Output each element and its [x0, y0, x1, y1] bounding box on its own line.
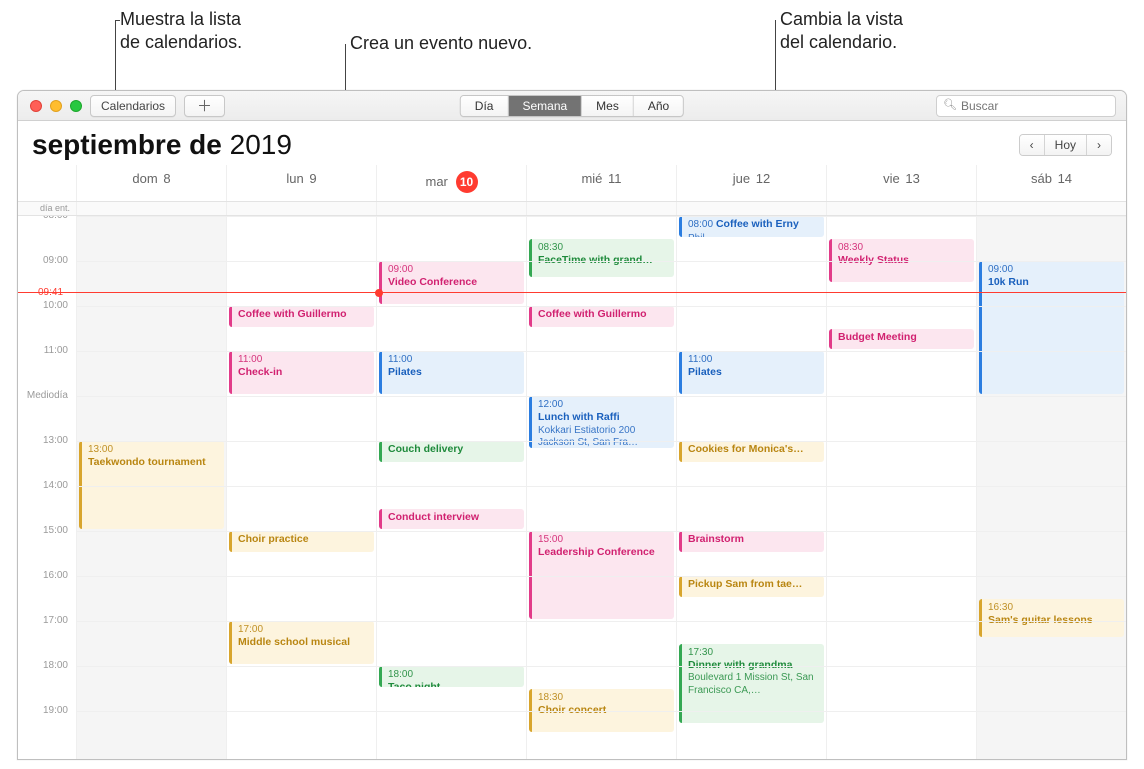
dow: mar: [425, 174, 447, 189]
hour-label: 18:00: [18, 660, 76, 705]
view-week[interactable]: Semana: [508, 96, 582, 116]
day-number: 9: [309, 171, 316, 186]
search-input[interactable]: [936, 95, 1116, 117]
day-number: 8: [163, 171, 170, 186]
day-number: 12: [756, 171, 770, 186]
hour-label: 11:00: [18, 345, 76, 390]
day-header-2[interactable]: mar 10: [376, 165, 526, 201]
allday-row: día ent.: [18, 202, 1126, 216]
calendar-header: septiembre de 2019 ‹ Hoy ›: [18, 121, 1126, 165]
event[interactable]: 11:00Check-in: [229, 351, 374, 394]
day-number: 13: [905, 171, 919, 186]
day-col-5[interactable]: 08:30Weekly Status Budget Meeting: [826, 216, 976, 760]
search-field[interactable]: [936, 95, 1116, 117]
current-time-indicator: 09:41: [18, 292, 1126, 293]
day-col-3[interactable]: 08:30FaceTime with grand… Coffee with Gui…: [526, 216, 676, 760]
event[interactable]: Cookies for Monica's…: [679, 441, 824, 462]
view-month[interactable]: Mes: [582, 96, 634, 116]
event[interactable]: 11:00Pilates: [679, 351, 824, 394]
hour-label: 10:00: [18, 300, 76, 345]
event[interactable]: 08:30FaceTime with grand…: [529, 239, 674, 278]
view-segmented: Día Semana Mes Año: [460, 95, 684, 117]
view-year[interactable]: Año: [634, 96, 683, 116]
event[interactable]: 09:0010k Run: [979, 261, 1124, 394]
event[interactable]: Coffee with Guillermo: [529, 306, 674, 327]
day-col-0[interactable]: 13:00Taekwondo tournament: [76, 216, 226, 760]
close-icon[interactable]: [30, 100, 42, 112]
hour-label: 08:00: [18, 216, 76, 255]
hour-label: 14:00: [18, 480, 76, 525]
event[interactable]: 18:00Taco night: [379, 666, 524, 687]
event[interactable]: 18:30Choir concert: [529, 689, 674, 732]
zoom-icon[interactable]: [70, 100, 82, 112]
event[interactable]: Budget Meeting: [829, 329, 974, 350]
event[interactable]: Brainstorm: [679, 531, 824, 552]
weekday-header: dom 8lun 9mar 10mié 11jue 12vie 13sáb 14: [18, 165, 1126, 202]
month-name: septiembre de: [32, 129, 222, 160]
today-button[interactable]: Hoy: [1045, 135, 1087, 155]
day-number: 10: [456, 171, 478, 193]
event[interactable]: 17:00Middle school musical: [229, 621, 374, 664]
hour-label: 19:00: [18, 705, 76, 750]
event[interactable]: Couch delivery: [379, 441, 524, 462]
day-col-2[interactable]: 09:00Video Conference 11:00Pilates Couch d…: [376, 216, 526, 760]
event[interactable]: 08:30Weekly Status: [829, 239, 974, 282]
minimize-icon[interactable]: [50, 100, 62, 112]
event[interactable]: Conduct interview: [379, 509, 524, 530]
dow: dom: [132, 171, 157, 186]
day-col-1[interactable]: Coffee with Guillermo 11:00Check-in Choir …: [226, 216, 376, 760]
hour-label: 15:00: [18, 525, 76, 570]
callout-line: [115, 20, 120, 21]
day-col-4[interactable]: 08:00 Coffee with Erny Phil… 11:00Pilates…: [676, 216, 826, 760]
month-title: septiembre de 2019: [32, 129, 292, 161]
event[interactable]: Choir practice: [229, 531, 374, 552]
callout-line: [775, 20, 776, 90]
day-col-6[interactable]: 09:0010k Run 16:30Sam's guitar lessons: [976, 216, 1126, 760]
day-header-6[interactable]: sáb 14: [976, 165, 1126, 201]
event[interactable]: 11:00Pilates: [379, 351, 524, 394]
dow: mié: [581, 171, 602, 186]
calendar-window: Calendarios ＋ Día Semana Mes Año septiem…: [17, 90, 1127, 760]
dow: vie: [883, 171, 900, 186]
day-header-5[interactable]: vie 13: [826, 165, 976, 201]
callout-new-event: Crea un evento nuevo.: [350, 32, 532, 55]
event[interactable]: 12:00Lunch with RaffiKokkari Estiatorio …: [529, 396, 674, 448]
day-number: 11: [608, 171, 622, 186]
event[interactable]: 17:30Dinner with grandmaBoulevard 1 Miss…: [679, 644, 824, 723]
event[interactable]: 09:00Video Conference: [379, 261, 524, 304]
hour-label: 13:00: [18, 435, 76, 480]
hour-label: Mediodía: [18, 390, 76, 435]
day-number: 14: [1058, 171, 1072, 186]
calendars-button[interactable]: Calendarios: [90, 95, 176, 117]
week-grid[interactable]: 08:0009:0010:0011:00Mediodía13:0014:0015…: [18, 216, 1126, 760]
hour-label: 17:00: [18, 615, 76, 660]
next-button[interactable]: ›: [1087, 135, 1111, 155]
day-header-3[interactable]: mié 11: [526, 165, 676, 201]
month-year: 2019: [222, 129, 292, 160]
add-event-button[interactable]: ＋: [184, 95, 225, 117]
event[interactable]: Pickup Sam from tae…: [679, 576, 824, 597]
allday-label: día ent.: [18, 202, 76, 215]
event[interactable]: 15:00Leadership Conference: [529, 531, 674, 619]
callout-view: Cambia la vista del calendario.: [780, 8, 903, 55]
prev-button[interactable]: ‹: [1020, 135, 1045, 155]
day-header-4[interactable]: jue 12: [676, 165, 826, 201]
dow: sáb: [1031, 171, 1052, 186]
current-time-label: 09:41: [38, 287, 63, 298]
callout-calendars: Muestra la lista de calendarios.: [120, 8, 242, 55]
event[interactable]: 08:00 Coffee with Erny Phil…: [679, 216, 824, 237]
titlebar: Calendarios ＋ Día Semana Mes Año: [18, 91, 1126, 121]
day-header-1[interactable]: lun 9: [226, 165, 376, 201]
hour-label: 16:00: [18, 570, 76, 615]
dow: lun: [286, 171, 303, 186]
event[interactable]: 13:00Taekwondo tournament: [79, 441, 224, 529]
event[interactable]: 16:30Sam's guitar lessons: [979, 599, 1124, 638]
view-day[interactable]: Día: [461, 96, 509, 116]
window-controls: [26, 100, 82, 112]
event[interactable]: Coffee with Guillermo: [229, 306, 374, 327]
dow: jue: [733, 171, 750, 186]
nav-controls: ‹ Hoy ›: [1019, 134, 1112, 156]
day-header-0[interactable]: dom 8: [76, 165, 226, 201]
